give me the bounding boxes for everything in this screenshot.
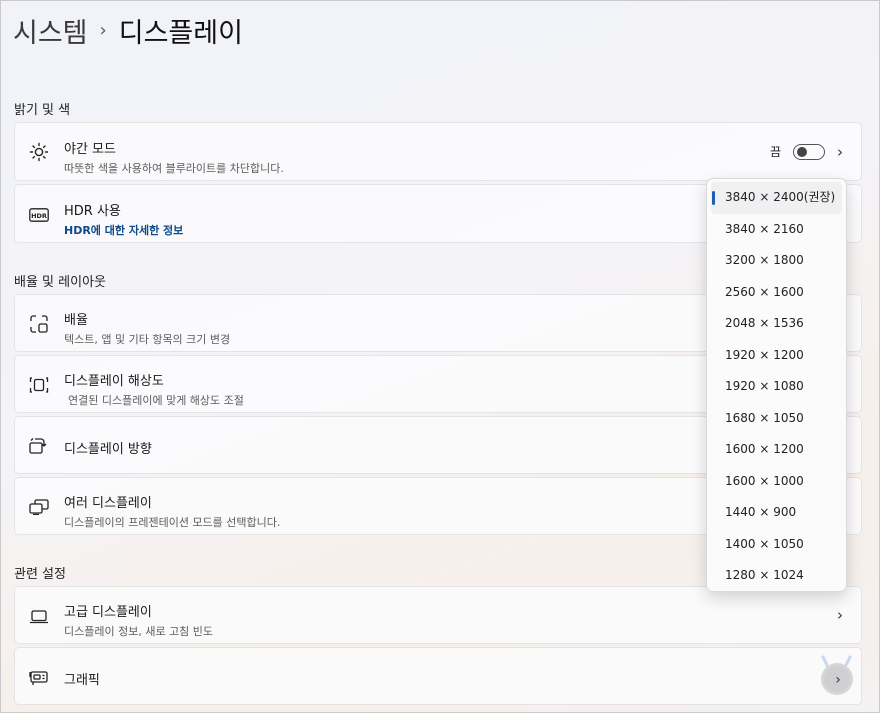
svg-text:›: › [835,672,841,688]
hdr-info-link[interactable]: HDR에 대한 자세한 정보 [64,222,183,238]
graphics-card-icon [28,667,50,689]
resolution-option[interactable]: 1920 × 1200 [711,340,842,372]
resolution-option[interactable]: 1400 × 1050 [711,529,842,561]
graphics-card[interactable]: 그래픽 [14,647,862,705]
resolution-icon [28,374,50,396]
section-related-settings: 관련 설정 [14,567,66,582]
section-scale-layout: 배율 및 레이아웃 [14,275,106,290]
chevron-right-icon[interactable]: › [833,606,847,624]
resolution-option[interactable]: 3840 × 2400(권장) [711,182,842,214]
section-brightness-color: 밝기 및 색 [14,103,71,118]
resolution-option[interactable]: 1600 × 1000 [711,466,842,498]
resolution-option[interactable]: 1600 × 1200 [711,434,842,466]
graphics-label: 그래픽 [64,673,100,688]
advanced-display-description: 디스플레이 정보, 새로 고침 빈도 [64,625,214,638]
resolution-option[interactable]: 3200 × 1800 [711,245,842,277]
scale-label: 배율 [64,313,88,328]
multiple-displays-description: 디스플레이의 프레젠테이션 모드를 선택합니다. [64,516,281,529]
hdr-label: HDR 사용 [64,204,121,219]
orientation-icon [28,435,50,457]
resolution-option[interactable]: 1440 × 900 [711,497,842,529]
toggle-knob [797,146,807,157]
page-title: 디스플레이 [118,18,243,49]
night-light-description: 따뜻한 색을 사용하여 블루라이트를 차단합니다. [64,162,284,175]
breadcrumb-separator: › [99,20,107,41]
breadcrumb-system[interactable]: 시스템 [13,11,88,50]
advanced-display-card[interactable]: 고급 디스플레이 디스플레이 정보, 새로 고침 빈도 › [14,586,862,644]
resolution-option[interactable]: 2048 × 1536 [711,308,842,340]
night-light-state: 끔 [769,145,781,159]
laptop-icon [28,606,50,628]
resolution-option[interactable]: 2560 × 1600 [711,277,842,309]
orientation-label: 디스플레이 방향 [64,442,152,457]
night-light-toggle[interactable] [793,143,825,160]
resolution-label: 디스플레이 해상도 [64,374,164,389]
resolution-description: 연결된 디스플레이에 맞게 해상도 조절 [68,394,244,407]
brightness-icon [28,141,50,163]
hdr-icon: HDR [28,204,50,226]
resolution-option[interactable]: 3840 × 2160 [711,214,842,246]
scale-icon [28,313,50,335]
night-light-card[interactable]: 야간 모드 따뜻한 색을 사용하여 블루라이트를 차단합니다. 끔 › [14,122,862,181]
scale-description: 텍스트, 앱 및 기타 항목의 크기 변경 [64,333,231,346]
night-light-label: 야간 모드 [64,142,116,157]
resolution-option[interactable]: 1920 × 1080 [711,371,842,403]
resolution-option[interactable]: 1280 × 1024 [711,560,842,592]
multiple-displays-icon [28,496,50,518]
svg-text:HDR: HDR [31,212,47,220]
multiple-displays-label: 여러 디스플레이 [64,496,152,511]
floating-helper-button[interactable]: › [819,651,855,701]
chevron-right-icon[interactable]: › [833,143,847,161]
resolution-option[interactable]: 1680 × 1050 [711,403,842,435]
breadcrumb: 시스템 › 디스플레이 [13,11,243,50]
resolution-dropdown[interactable]: 3840 × 2400(권장) 3840 × 2160 3200 × 1800 256… [706,178,847,592]
advanced-display-label: 고급 디스플레이 [64,605,152,620]
